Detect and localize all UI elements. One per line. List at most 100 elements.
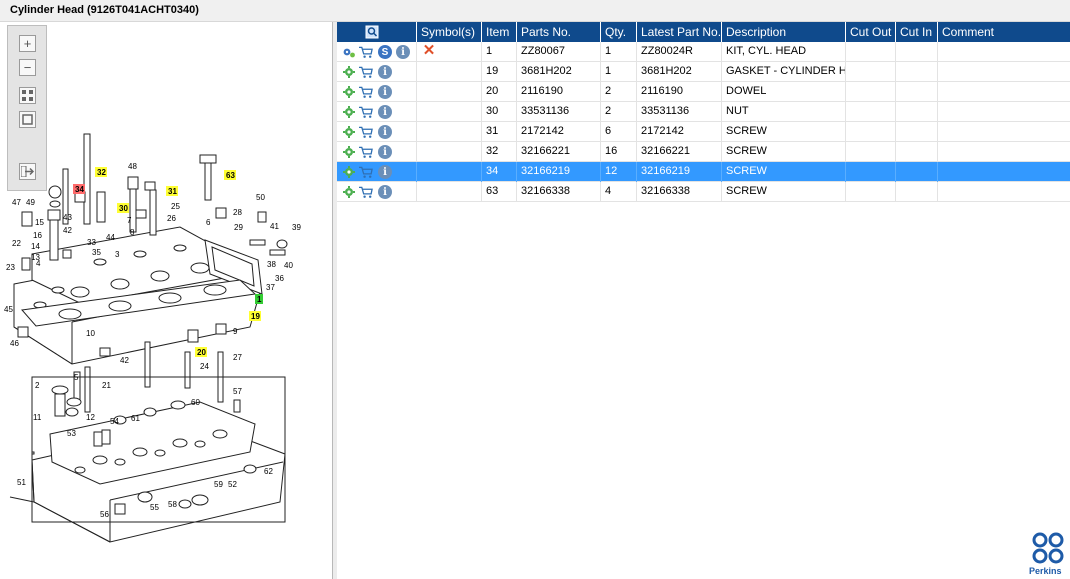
parts-no-cell: 32166221 bbox=[517, 142, 601, 162]
table-row[interactable]: i 20 2116190 2 2116190 DOWEL bbox=[337, 82, 1070, 102]
configure-part-icon[interactable] bbox=[342, 65, 356, 79]
svg-text:60: 60 bbox=[191, 398, 200, 407]
svg-text:40: 40 bbox=[284, 261, 293, 270]
diagram-pane[interactable]: 48 49 47 15 16 14 13 22 23 4 43 42 33 44 35 378 62… bbox=[0, 22, 333, 579]
table-row[interactable]: i 30 33531136 2 33531136 NUT bbox=[337, 102, 1070, 122]
description-cell: KIT, CYL. HEAD bbox=[722, 42, 846, 62]
configure-part-icon[interactable] bbox=[342, 145, 356, 159]
column-header-parts-no[interactable]: Parts No. bbox=[517, 22, 601, 42]
add-to-cart-icon[interactable] bbox=[359, 165, 373, 179]
svg-text:4: 4 bbox=[36, 259, 41, 268]
svg-text:32: 32 bbox=[97, 168, 106, 177]
add-to-cart-icon[interactable] bbox=[359, 145, 373, 159]
exploded-parts-diagram[interactable]: 484947 151614 132223 44342 334435 378 62… bbox=[0, 22, 333, 579]
configure-part-icon[interactable] bbox=[342, 105, 356, 119]
svg-text:57: 57 bbox=[233, 387, 242, 396]
item-cell: 31 bbox=[482, 122, 517, 142]
column-header-comment[interactable]: Comment bbox=[938, 22, 1070, 42]
export-arrow-icon bbox=[21, 166, 34, 177]
cut-out-cell bbox=[846, 102, 896, 122]
part-info-icon[interactable]: i bbox=[378, 85, 392, 99]
table-row[interactable]: i 31 2172142 6 2172142 SCREW bbox=[337, 122, 1070, 142]
add-to-cart-icon[interactable] bbox=[359, 125, 373, 139]
configure-part-icon[interactable] bbox=[342, 165, 356, 179]
item-cell: 32 bbox=[482, 142, 517, 162]
part-info-icon[interactable]: i bbox=[378, 165, 392, 179]
column-header-qty[interactable]: Qty. bbox=[601, 22, 637, 42]
actual-size-button[interactable] bbox=[19, 111, 36, 128]
symbols-cell bbox=[417, 102, 482, 122]
column-header-cut-out[interactable]: Cut Out bbox=[846, 22, 896, 42]
service-info-icon[interactable]: S bbox=[378, 45, 392, 59]
zoom-in-icon: + bbox=[23, 36, 32, 51]
row-actions-cell: i bbox=[337, 82, 417, 102]
table-row[interactable]: i 32 32166221 16 32166221 SCREW bbox=[337, 142, 1070, 162]
part-info-icon[interactable]: i bbox=[378, 125, 392, 139]
column-header-latest-part-no[interactable]: Latest Part No. bbox=[637, 22, 722, 42]
table-row[interactable]: Si ✕ 1 ZZ80067 1 ZZ80024R KIT, CYL. HEAD bbox=[337, 42, 1070, 62]
part-info-icon[interactable]: i bbox=[378, 185, 392, 199]
qty-cell: 1 bbox=[601, 42, 637, 62]
row-actions-cell: i bbox=[337, 142, 417, 162]
diagram-zoom-toolbar: + − bbox=[7, 25, 47, 191]
svg-text:48: 48 bbox=[128, 162, 137, 171]
configure-part-icon[interactable] bbox=[342, 45, 356, 59]
cut-in-cell bbox=[896, 82, 938, 102]
column-header-item[interactable]: Item bbox=[482, 22, 517, 42]
configure-part-icon[interactable] bbox=[342, 125, 356, 139]
part-info-icon[interactable]: i bbox=[378, 65, 392, 79]
column-header-actions[interactable] bbox=[337, 22, 417, 42]
add-to-cart-icon[interactable] bbox=[359, 45, 373, 59]
svg-text:34: 34 bbox=[75, 185, 84, 194]
part-info-icon[interactable]: i bbox=[378, 105, 392, 119]
svg-text:11: 11 bbox=[33, 413, 42, 422]
table-row[interactable]: i 63 32166338 4 32166338 SCREW bbox=[337, 182, 1070, 202]
table-row[interactable]: i 34 32166219 12 32166219 SCREW bbox=[337, 162, 1070, 182]
svg-text:19: 19 bbox=[251, 312, 260, 321]
zoom-out-button[interactable]: − bbox=[19, 59, 36, 76]
cut-out-cell bbox=[846, 42, 896, 62]
svg-text:52: 52 bbox=[228, 480, 237, 489]
part-info-icon[interactable]: i bbox=[396, 45, 410, 59]
configure-part-icon[interactable] bbox=[342, 85, 356, 99]
export-diagram-button[interactable] bbox=[19, 163, 36, 180]
column-header-cut-in[interactable]: Cut In bbox=[896, 22, 938, 42]
svg-text:29: 29 bbox=[234, 223, 243, 232]
row-actions-cell: Si bbox=[337, 42, 417, 62]
symbols-cell bbox=[417, 182, 482, 202]
description-cell: SCREW bbox=[722, 122, 846, 142]
svg-text:20: 20 bbox=[197, 348, 206, 357]
parts-no-cell: 33531136 bbox=[517, 102, 601, 122]
latest-part-no-cell: 3681H202 bbox=[637, 62, 722, 82]
add-to-cart-icon[interactable] bbox=[359, 65, 373, 79]
zoom-in-button[interactable]: + bbox=[19, 35, 36, 52]
cut-out-cell bbox=[846, 62, 896, 82]
qty-cell: 4 bbox=[601, 182, 637, 202]
svg-text:21: 21 bbox=[102, 381, 111, 390]
comment-cell bbox=[938, 42, 1070, 62]
svg-text:54: 54 bbox=[110, 417, 119, 426]
column-header-symbols[interactable]: Symbol(s) bbox=[417, 22, 482, 42]
symbols-cell bbox=[417, 142, 482, 162]
fit-all-button[interactable] bbox=[19, 87, 36, 104]
add-to-cart-icon[interactable] bbox=[359, 185, 373, 199]
configure-part-icon[interactable] bbox=[342, 185, 356, 199]
comment-cell bbox=[938, 82, 1070, 102]
svg-text:15: 15 bbox=[35, 218, 44, 227]
fit-all-icon bbox=[22, 90, 33, 101]
table-row[interactable]: i193681H20213681H202GASKET - CYLINDER HE… bbox=[337, 62, 1070, 82]
svg-text:39: 39 bbox=[292, 223, 301, 232]
cut-in-cell bbox=[896, 162, 938, 182]
svg-text:3: 3 bbox=[115, 250, 120, 259]
part-info-icon[interactable]: i bbox=[378, 145, 392, 159]
svg-text:55: 55 bbox=[150, 503, 159, 512]
svg-text:27: 27 bbox=[233, 353, 242, 362]
row-actions-cell: i bbox=[337, 102, 417, 122]
svg-text:10: 10 bbox=[86, 329, 95, 338]
add-to-cart-icon[interactable] bbox=[359, 85, 373, 99]
svg-text:44: 44 bbox=[106, 233, 115, 242]
description-cell: SCREW bbox=[722, 142, 846, 162]
column-header-description[interactable]: Description bbox=[722, 22, 846, 42]
cut-in-cell bbox=[896, 122, 938, 142]
add-to-cart-icon[interactable] bbox=[359, 105, 373, 119]
